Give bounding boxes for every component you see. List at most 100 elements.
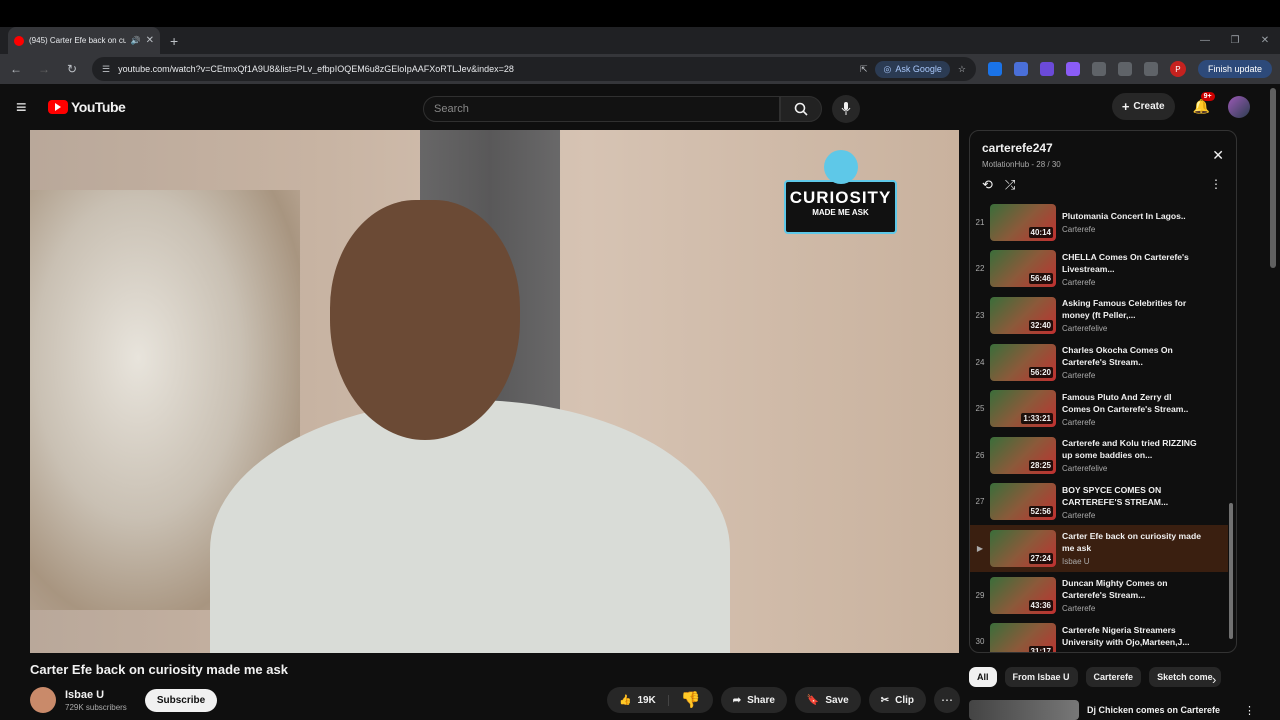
more-actions-button[interactable]: ⋯ <box>934 687 960 713</box>
playlist-item-title[interactable]: Asking Famous Celebrities for money (ft … <box>1062 297 1202 321</box>
playlist-item[interactable]: 25 1:33:21 Famous Pluto And Zerry dl Comes… <box>970 385 1228 432</box>
browser-tab[interactable]: (945) Carter Efe back on cu 🔊 ✕ <box>8 27 160 54</box>
playlist-item-duration: 56:46 <box>1028 273 1053 285</box>
cast-icon[interactable]: ⇱ <box>860 64 868 75</box>
vpn-extension-icon[interactable] <box>1039 62 1054 76</box>
save-label: Save <box>825 694 849 706</box>
playlist-item[interactable]: 23 32:40 Asking Famous Celebrities for mon… <box>970 292 1228 339</box>
playlist-item[interactable]: 21 40:14 Plutomania Concert In Lagos.. Cart… <box>970 199 1228 246</box>
playlist-item-meta: Carterefe Nigeria Streamers University w… <box>1062 624 1202 652</box>
playlist-item-thumbnail[interactable]: 56:46 <box>990 250 1056 288</box>
playlist-item-title[interactable]: Plutomania Concert In Lagos.. <box>1062 210 1202 222</box>
chips-next-icon[interactable]: › <box>1212 672 1216 687</box>
playlist-item-thumbnail[interactable]: 31:17 <box>990 623 1056 652</box>
playlist-item[interactable]: ▶ 27:24 Carter Efe back on curiosity made … <box>970 525 1228 572</box>
site-info-icon[interactable]: ☰ <box>102 64 110 75</box>
playlist-item-title[interactable]: Famous Pluto And Zerry dl Comes On Carte… <box>1062 391 1202 415</box>
filter-chip[interactable]: From Isbae U <box>1004 667 1078 687</box>
playlist-item-title[interactable]: Carterefe and Kolu tried RIZZING up some… <box>1062 437 1202 461</box>
share-label: Share <box>747 694 775 706</box>
playlist-item-thumbnail[interactable]: 27:24 <box>990 529 1056 567</box>
filter-chip[interactable]: Carterefe <box>1085 667 1142 687</box>
create-label: Create <box>1133 101 1165 112</box>
shuffle-icon[interactable]: ⤮ <box>1005 177 1015 193</box>
playlist-item[interactable]: 27 52:56 BOY SPYCE COMES ON CARTEREFE'S ST… <box>970 479 1228 526</box>
playlist-item-title[interactable]: CHELLA Comes On Carterefe's Livestream..… <box>1062 251 1202 275</box>
video-frame-person <box>210 200 730 653</box>
page-scrollbar[interactable] <box>1270 88 1276 268</box>
youtube-logo[interactable]: YouTube <box>48 99 126 115</box>
playlist-item-thumbnail[interactable]: 40:14 <box>990 203 1056 241</box>
playlist-item[interactable]: 24 56:20 Charles Okocha Comes On Carterefe… <box>970 339 1228 386</box>
filter-chip[interactable]: All <box>969 667 997 687</box>
playlist-item[interactable]: 22 56:46 CHELLA Comes On Carterefe's Lives… <box>970 246 1228 293</box>
recommendation-thumbnail[interactable] <box>969 700 1079 720</box>
filter-chip[interactable]: Sketch come <box>1149 667 1221 687</box>
bookmark-star-icon[interactable]: ☆ <box>958 64 966 75</box>
purple-extension-icon[interactable] <box>1065 62 1080 76</box>
save-button[interactable]: 🔖 Save <box>794 687 861 713</box>
recommendation-item[interactable]: Dj Chicken comes on Carterefe ⋮ <box>969 700 1255 720</box>
playlist-item[interactable]: 26 28:25 Carterefe and Kolu tried RIZZING … <box>970 432 1228 479</box>
playlist-item-title[interactable]: Duncan Mighty Comes on Carterefe's Strea… <box>1062 577 1202 601</box>
playlist-title[interactable]: carterefe247 <box>982 141 1224 155</box>
video-player[interactable]: CURIOSITY MADE ME ASK <box>30 130 959 653</box>
playlist-scroll-thumb[interactable] <box>1229 503 1233 639</box>
omnibox[interactable]: ☰ youtube.com/watch?v=CEtmxQf1A9U8&list=… <box>92 57 976 81</box>
tab-search-icon[interactable] <box>1117 62 1132 76</box>
playlist-item-title[interactable]: BOY SPYCE COMES ON CARTEREFE'S STREAM... <box>1062 484 1202 508</box>
account-avatar[interactable] <box>1228 95 1250 118</box>
like-button[interactable]: 👍 19K <box>607 694 669 706</box>
dislike-button[interactable]: 👎 <box>669 690 713 710</box>
playlist-item-channel: Carterefe <box>1062 277 1096 287</box>
playlist-menu-icon[interactable]: ⋮ <box>1210 177 1222 191</box>
playlist-item-thumbnail[interactable]: 56:20 <box>990 343 1056 381</box>
translate-extension-icon[interactable] <box>1013 62 1028 76</box>
clip-button[interactable]: ✂ Clip <box>868 687 926 713</box>
url-text[interactable]: youtube.com/watch?v=CEtmxQf1A9U8&list=PL… <box>118 64 852 74</box>
ask-google-button[interactable]: ◎ Ask Google <box>875 60 950 78</box>
reload-icon[interactable]: ↻ <box>64 62 80 76</box>
playlist-scrollbar[interactable] <box>1229 201 1233 641</box>
loop-icon[interactable]: ⟲ <box>982 177 993 193</box>
speaker-icon[interactable]: 🔊 <box>131 36 141 45</box>
youtube-favicon-icon <box>14 35 24 46</box>
playlist-item-thumbnail[interactable]: 43:36 <box>990 576 1056 614</box>
channel-avatar[interactable] <box>30 687 56 713</box>
new-tab-icon[interactable]: + <box>170 33 178 49</box>
reading-list-icon[interactable] <box>1143 62 1158 76</box>
channel-name[interactable]: Isbae U <box>65 689 127 701</box>
restore-icon[interactable]: ❐ <box>1220 35 1250 46</box>
voice-search-button[interactable] <box>832 95 860 123</box>
close-tab-icon[interactable]: ✕ <box>146 35 154 46</box>
subscribe-button[interactable]: Subscribe <box>144 688 218 712</box>
notifications-button[interactable]: 🔔 9+ <box>1193 92 1215 115</box>
playlist-item-title[interactable]: Charles Okocha Comes On Carterefe's Stre… <box>1062 344 1202 368</box>
playlist-item-title[interactable]: Carter Efe back on curiosity made me ask <box>1062 530 1202 554</box>
close-window-icon[interactable]: ✕ <box>1250 35 1280 46</box>
profile-avatar[interactable]: P <box>1169 61 1186 77</box>
video-actions: 👍 19K 👎 ➦ Share 🔖 Save ✂ Clip ⋯ <box>606 687 960 713</box>
search-button[interactable] <box>780 96 822 122</box>
playlist-item-thumbnail[interactable]: 52:56 <box>990 483 1056 521</box>
back-icon[interactable]: ← <box>8 62 24 76</box>
playlist-item-title[interactable]: Carterefe Nigeria Streamers University w… <box>1062 624 1202 648</box>
puzzle-extensions-icon[interactable] <box>1091 62 1106 76</box>
search-input[interactable]: Search <box>423 96 780 122</box>
create-button[interactable]: + Create <box>1111 93 1175 120</box>
playlist-item[interactable]: 29 43:36 Duncan Mighty Comes on Carterefe'… <box>970 572 1228 619</box>
finish-update-button[interactable]: Finish update <box>1197 60 1272 78</box>
recommendation-menu-icon[interactable]: ⋮ <box>1244 704 1255 717</box>
extension-icon[interactable] <box>987 62 1002 76</box>
playlist-item[interactable]: 30 31:17 Carterefe Nigeria Streamers Unive… <box>970 618 1228 652</box>
close-playlist-icon[interactable]: ✕ <box>1212 147 1224 164</box>
playlist-item-thumbnail[interactable]: 28:25 <box>990 436 1056 474</box>
hamburger-menu-icon[interactable]: ≡ <box>16 97 32 118</box>
minimize-icon[interactable]: — <box>1190 35 1220 46</box>
playlist-item-thumbnail[interactable]: 32:40 <box>990 296 1056 334</box>
playlist-item-meta: Famous Pluto And Zerry dl Comes On Carte… <box>1062 391 1202 427</box>
forward-icon[interactable]: → <box>36 62 52 76</box>
recommendation-title[interactable]: Dj Chicken comes on Carterefe <box>1087 705 1220 715</box>
playlist-item-thumbnail[interactable]: 1:33:21 <box>990 390 1056 428</box>
share-button[interactable]: ➦ Share <box>720 687 787 713</box>
